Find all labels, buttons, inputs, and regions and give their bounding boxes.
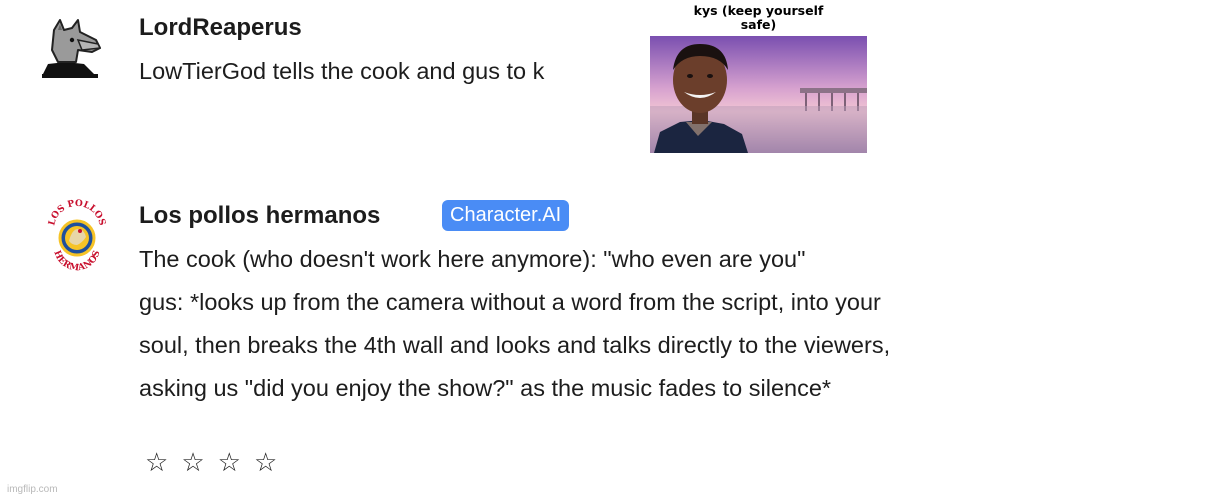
message-text-line: gus: *looks up from the camera without a… bbox=[139, 289, 881, 315]
los-pollos-hermanos-logo-icon[interactable]: LOS POLLOS HERMANOS bbox=[46, 195, 108, 281]
character-ai-badge: Character.AI bbox=[442, 200, 570, 231]
star-rating: ☆ ☆ ☆ ☆ bbox=[145, 448, 277, 478]
message-text-line: LowTierGod tells the cook and gus to k bbox=[139, 58, 545, 84]
imgflip-watermark: imgflip.com bbox=[7, 484, 58, 495]
meme-photo bbox=[650, 36, 867, 153]
wolf-avatar-icon[interactable] bbox=[38, 18, 104, 80]
message-text-line: asking us "did you enjoy the show?" as t… bbox=[139, 375, 832, 401]
meme-caption: kys (keep yourself safe) bbox=[650, 4, 867, 32]
star-icon[interactable]: ☆ bbox=[254, 448, 277, 478]
author-name: LordReaperus bbox=[139, 14, 302, 41]
message-text-line: The cook (who doesn't work here anymore)… bbox=[139, 246, 806, 272]
star-icon[interactable]: ☆ bbox=[218, 448, 241, 478]
meme-caption-line: kys (keep yourself bbox=[693, 3, 824, 18]
star-icon[interactable]: ☆ bbox=[145, 448, 168, 478]
meme-image: kys (keep yourself safe) bbox=[650, 0, 867, 153]
author-name: Los pollos hermanos bbox=[139, 202, 381, 229]
message-text-line: soul, then breaks the 4th wall and looks… bbox=[139, 332, 891, 358]
meme-caption-line: safe) bbox=[740, 17, 777, 32]
star-icon[interactable]: ☆ bbox=[181, 448, 204, 478]
